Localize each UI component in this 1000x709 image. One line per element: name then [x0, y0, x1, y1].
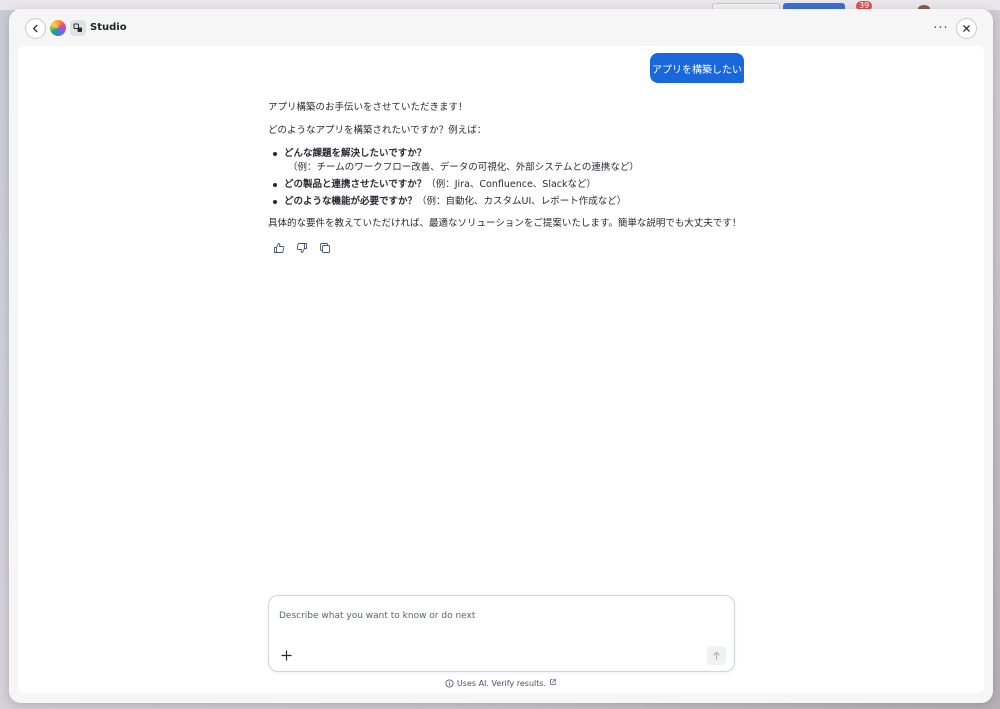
thumbs-down-icon — [296, 242, 307, 253]
info-icon — [445, 678, 454, 688]
modal-header: Studio ··· — [9, 9, 993, 47]
chat-content: アプリを構築したい アプリ構築のお手伝いをさせていただきます！ どのようなアプリ… — [18, 46, 984, 693]
ai-disclaimer: Uses AI. Verify results. — [18, 678, 984, 688]
send-button[interactable] — [707, 646, 726, 665]
message-input[interactable] — [279, 608, 719, 624]
disclaimer-text: Uses AI. Verify results. — [456, 678, 547, 688]
add-attachment-button[interactable] — [279, 648, 293, 662]
bullet-bold: どのような機能が必要ですか？ — [284, 196, 418, 207]
more-horizontal-icon: ··· — [933, 20, 949, 36]
close-button[interactable] — [956, 18, 977, 39]
list-item: どのような機能が必要ですか？（例：自動化、カスタムUI、レポート作成など） — [268, 195, 748, 209]
like-button[interactable] — [271, 240, 286, 255]
copy-button[interactable] — [317, 240, 332, 255]
assistant-closing: 具体的な要件を教えていただければ、最適なソリューションをご提案いたします。簡単な… — [268, 218, 742, 229]
bullet-detail: （例：Jira、Confluence、Slackなど） — [426, 179, 597, 190]
list-item: どんな課題を解決したいですか？ （例：チームのワークフロー改善、データの可視化、… — [268, 147, 748, 175]
bullet-detail: （例：チームのワークフロー改善、データの可視化、外部システムとの連携など） — [288, 162, 639, 173]
more-options-button[interactable]: ··· — [931, 19, 951, 37]
assistant-message: アプリ構築のお手伝いをさせていただきます！ どのようなアプリを構築されたいですか… — [268, 101, 748, 240]
user-message: アプリを構築したい — [650, 53, 744, 83]
back-button[interactable] — [25, 18, 46, 39]
chat-composer — [268, 595, 735, 672]
arrow-up-icon — [713, 651, 720, 660]
bullet-detail: （例：自動化、カスタムUI、レポート作成など） — [417, 196, 627, 207]
plus-icon — [280, 649, 292, 661]
rovo-logo-icon — [50, 20, 66, 36]
close-icon — [963, 25, 970, 32]
copy-icon — [319, 242, 330, 253]
bullet-bold: どんな課題を解決したいですか？ — [284, 148, 427, 159]
assistant-bullet-list: どんな課題を解決したいですか？ （例：チームのワークフロー改善、データの可視化、… — [268, 147, 748, 209]
assistant-question: どのようなアプリを構築されたいですか？例えば： — [268, 125, 487, 136]
chevron-left-icon — [33, 24, 38, 33]
bullet-bold: どの製品と連携させたいですか？ — [284, 179, 427, 190]
list-item: どの製品と連携させたいですか？（例：Jira、Confluence、Slackな… — [268, 178, 748, 192]
studio-modal: Studio ··· アプリを構築したい アプリ構築のお手伝いをさせていただきま… — [9, 9, 993, 703]
external-link-icon[interactable] — [549, 678, 557, 688]
feedback-actions — [271, 240, 332, 255]
thumbs-up-icon — [273, 242, 284, 253]
dislike-button[interactable] — [294, 240, 309, 255]
assistant-intro: アプリ構築のお手伝いをさせていただきます！ — [268, 102, 468, 113]
app-title: Studio — [90, 22, 127, 33]
studio-logo-icon — [70, 20, 86, 36]
